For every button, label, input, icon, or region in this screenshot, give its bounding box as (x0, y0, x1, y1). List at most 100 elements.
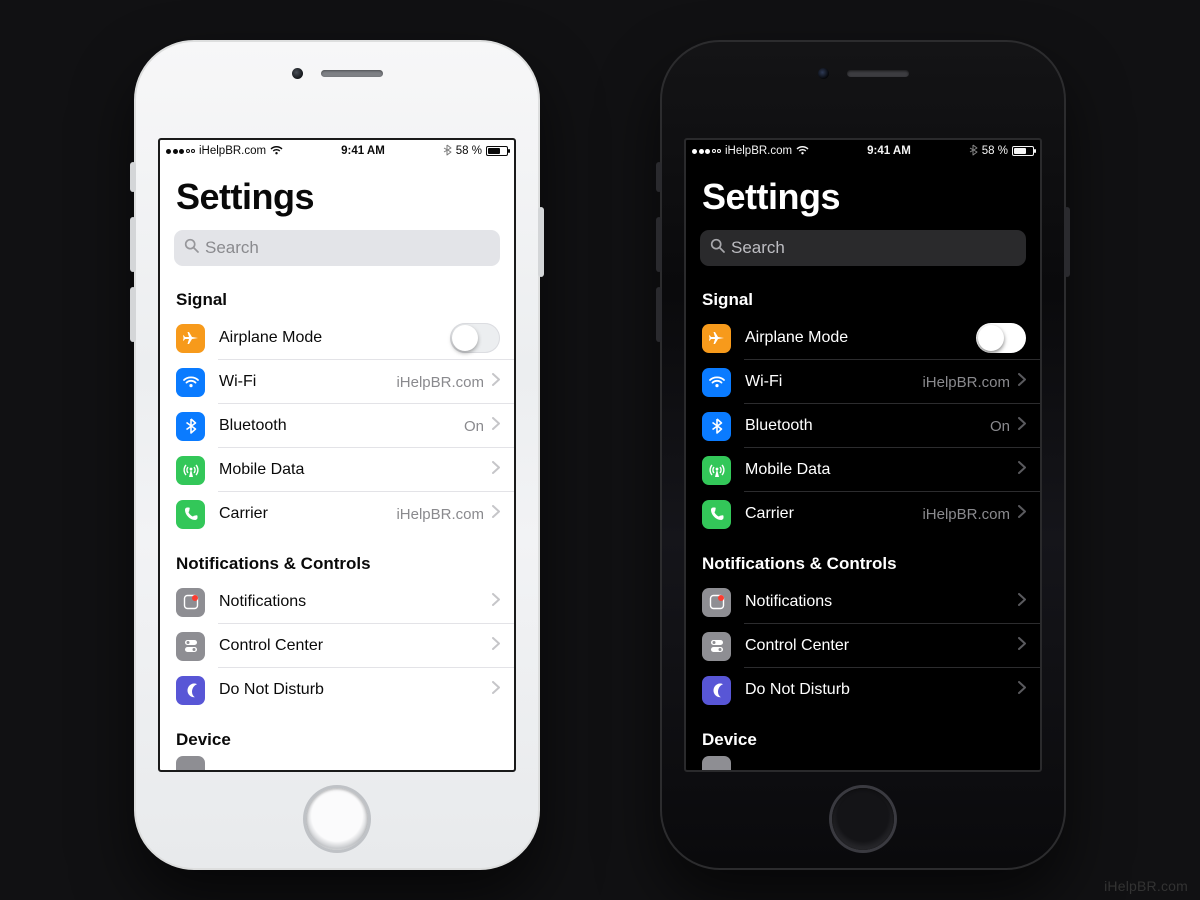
row-label: Bluetooth (745, 417, 990, 435)
front-camera-icon (292, 68, 303, 79)
wifi-status-icon (270, 145, 283, 158)
toggle-airplane[interactable] (976, 323, 1026, 353)
top-hardware (136, 68, 538, 79)
earpiece-speaker-icon (847, 70, 909, 77)
mute-switch (656, 162, 662, 192)
row-label: Bluetooth (219, 417, 464, 435)
power-button (1064, 207, 1070, 277)
volume-down-button (656, 287, 662, 342)
page-title: Settings (686, 168, 1040, 230)
row-airplane[interactable]: Airplane Mode (160, 316, 514, 360)
row-cc[interactable]: Control Center (160, 624, 514, 668)
chevron-right-icon (492, 505, 500, 523)
chevron-right-icon (1018, 681, 1026, 699)
search-icon (710, 238, 725, 258)
bluetooth-status-icon (443, 143, 452, 159)
chevron-right-icon (1018, 505, 1026, 523)
moon-icon (176, 676, 205, 705)
chevron-right-icon (492, 681, 500, 699)
iphone-light: iHelpBR.com 9:41 AM 58 % Settings Search… (134, 40, 540, 870)
search-placeholder: Search (731, 238, 785, 258)
generic-icon (702, 756, 731, 770)
row-bluetooth[interactable]: BluetoothOn (160, 404, 514, 448)
home-button[interactable] (306, 788, 368, 850)
chevron-right-icon (492, 461, 500, 479)
battery-icon (486, 146, 508, 156)
power-button (538, 207, 544, 277)
stage: iHelpBR.com 9:41 AM 58 % Settings Search… (0, 0, 1200, 870)
antenna-icon (176, 456, 205, 485)
row-mobiledata[interactable]: Mobile Data (686, 448, 1040, 492)
wifi-icon (702, 368, 731, 397)
row-value: iHelpBR.com (396, 374, 484, 391)
wifi-status-icon (796, 145, 809, 158)
row-mobiledata[interactable]: Mobile Data (160, 448, 514, 492)
row-cc[interactable]: Control Center (686, 624, 1040, 668)
row-wifi[interactable]: Wi-FiiHelpBR.com (160, 360, 514, 404)
row-label: Control Center (745, 637, 1010, 655)
row-label: Mobile Data (219, 461, 484, 479)
row-label: Notifications (219, 593, 484, 611)
front-camera-icon (818, 68, 829, 79)
search-field[interactable]: Search (174, 230, 500, 266)
chevron-right-icon (1018, 417, 1026, 435)
controlcenter-icon (702, 632, 731, 661)
row-notifications[interactable]: Notifications (686, 580, 1040, 624)
row-dnd[interactable]: Do Not Disturb (686, 668, 1040, 712)
generic-icon (176, 756, 205, 770)
search-placeholder: Search (205, 238, 259, 258)
row-peek (686, 756, 1040, 770)
row-label: Wi-Fi (219, 373, 396, 391)
row-label: Carrier (745, 505, 922, 523)
page-title: Settings (160, 168, 514, 230)
status-battery-text: 58 % (982, 145, 1008, 157)
screen: iHelpBR.com 9:41 AM 58 % Settings Search… (684, 138, 1042, 772)
row-peek (160, 756, 514, 770)
status-bar: iHelpBR.com 9:41 AM 58 % (160, 140, 514, 162)
section-header-notifications-controls: Notifications & Controls (686, 536, 1040, 580)
row-bluetooth[interactable]: BluetoothOn (686, 404, 1040, 448)
phone-icon (702, 500, 731, 529)
row-label: Wi-Fi (745, 373, 922, 391)
chevron-right-icon (1018, 461, 1026, 479)
chevron-right-icon (1018, 593, 1026, 611)
chevron-right-icon (492, 417, 500, 435)
status-bar: iHelpBR.com 9:41 AM 58 % (686, 140, 1040, 162)
row-value: On (990, 418, 1010, 435)
row-carrier[interactable]: CarrieriHelpBR.com (160, 492, 514, 536)
top-hardware (662, 68, 1064, 79)
row-label: Airplane Mode (745, 329, 976, 347)
row-notifications[interactable]: Notifications (160, 580, 514, 624)
row-label: Notifications (745, 593, 1010, 611)
home-button[interactable] (832, 788, 894, 850)
toggle-airplane[interactable] (450, 323, 500, 353)
row-carrier[interactable]: CarrieriHelpBR.com (686, 492, 1040, 536)
row-label: Do Not Disturb (219, 681, 484, 699)
controlcenter-icon (176, 632, 205, 661)
signal-strength-icon (692, 149, 721, 154)
row-label: Mobile Data (745, 461, 1010, 479)
antenna-icon (702, 456, 731, 485)
settings-content[interactable]: Settings Search Signal Airplane Mode Wi-Fi… (686, 162, 1040, 770)
status-time: 9:41 AM (809, 145, 969, 157)
search-field[interactable]: Search (700, 230, 1026, 266)
earpiece-speaker-icon (321, 70, 383, 77)
battery-icon (1012, 146, 1034, 156)
phone-icon (176, 500, 205, 529)
row-label: Do Not Disturb (745, 681, 1010, 699)
volume-up-button (130, 217, 136, 272)
volume-up-button (656, 217, 662, 272)
moon-icon (702, 676, 731, 705)
status-battery-text: 58 % (456, 145, 482, 157)
row-airplane[interactable]: Airplane Mode (686, 316, 1040, 360)
row-value: On (464, 418, 484, 435)
notifications-icon (702, 588, 731, 617)
section-header-signal: Signal (686, 272, 1040, 316)
row-wifi[interactable]: Wi-FiiHelpBR.com (686, 360, 1040, 404)
row-dnd[interactable]: Do Not Disturb (160, 668, 514, 712)
bluetooth-status-icon (969, 143, 978, 159)
row-value: iHelpBR.com (396, 506, 484, 523)
settings-content[interactable]: Settings Search SignalAirplane ModeWi-Fi… (160, 162, 514, 770)
status-time: 9:41 AM (283, 145, 443, 157)
watermark: iHelpBR.com (1104, 878, 1188, 894)
